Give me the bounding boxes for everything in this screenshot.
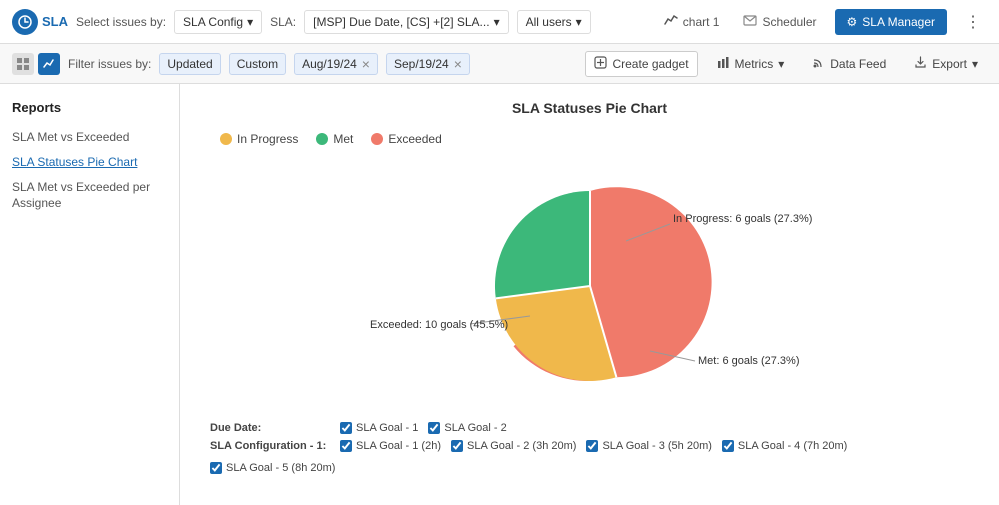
- met-dot: [316, 133, 328, 145]
- footer-row-sla-config: SLA Configuration - 1: SLA Goal - 1 (2h)…: [210, 440, 969, 474]
- filter-custom-tag[interactable]: Custom: [229, 53, 286, 75]
- main-content: SLA Statuses Pie Chart In Progress Met E…: [180, 84, 999, 505]
- met-label: Met: 6 goals (27.3%): [698, 355, 800, 367]
- navbar: SLA Select issues by: SLA Config ▾ SLA: …: [0, 0, 999, 44]
- sidebar: Reports SLA Met vs Exceeded SLA Statuses…: [0, 84, 180, 505]
- sla-config-label: SLA Configuration - 1:: [210, 440, 330, 452]
- met-slice: [494, 191, 589, 298]
- grid-view-icon[interactable]: [12, 53, 34, 75]
- nav-right: chart 1 Scheduler ⚙ SLA Manager ⋮: [658, 8, 987, 36]
- chevron-down-icon: ▾: [247, 15, 253, 29]
- metrics-icon: [717, 56, 730, 72]
- chevron-down-icon: ▾: [972, 57, 978, 71]
- sidebar-title: Reports: [12, 100, 167, 115]
- mail-icon: [743, 13, 757, 30]
- all-users-dropdown[interactable]: All users ▾: [517, 10, 591, 34]
- legend-met: Met: [316, 132, 353, 146]
- check-config-goal-3[interactable]: SLA Goal - 3 (5h 20m): [586, 440, 711, 452]
- sla-manager-button[interactable]: ⚙ SLA Manager: [835, 9, 947, 35]
- sidebar-item-pie-chart[interactable]: SLA Statuses Pie Chart: [12, 150, 167, 175]
- app-logo: SLA: [12, 9, 68, 35]
- exceeded-label: Exceeded: 10 goals (45.5%): [370, 319, 508, 331]
- filter-issues-label: Filter issues by:: [68, 57, 151, 71]
- filter-actions: Create gadget Metrics ▾ Data Feed Export…: [585, 51, 987, 77]
- check-config-goal-5[interactable]: SLA Goal - 5 (8h 20m): [210, 462, 335, 474]
- sla-config-dropdown[interactable]: SLA Config ▾: [174, 10, 262, 34]
- legend-exceeded: Exceeded: [371, 132, 441, 146]
- check-config-goal-2[interactable]: SLA Goal - 2 (3h 20m): [451, 440, 576, 452]
- chevron-down-icon: ▾: [576, 15, 582, 29]
- chevron-down-icon: ▾: [494, 15, 500, 29]
- check-sla-goal-2[interactable]: SLA Goal - 2: [428, 422, 506, 434]
- sidebar-item-met-exceeded[interactable]: SLA Met vs Exceeded: [12, 125, 167, 150]
- pie-chart-svg: In Progress: 6 goals (27.3%) Met: 6 goal…: [330, 176, 850, 396]
- logo-icon: [12, 9, 38, 35]
- footer-checks: Due Date: SLA Goal - 1 SLA Goal - 2 SLA …: [200, 422, 979, 474]
- logo-text: SLA: [42, 14, 68, 29]
- check-sla-goal-1[interactable]: SLA Goal - 1: [340, 422, 418, 434]
- chart-icon: [664, 13, 678, 30]
- chevron-down-icon: ▾: [778, 57, 784, 71]
- scheduler-link[interactable]: Scheduler: [737, 9, 822, 34]
- remove-date-from-button[interactable]: ×: [362, 57, 370, 71]
- gadget-icon: [594, 56, 607, 72]
- chart-view-icon[interactable]: [38, 53, 60, 75]
- check-config-goal-4[interactable]: SLA Goal - 4 (7h 20m): [722, 440, 847, 452]
- select-issues-label: Select issues by:: [76, 15, 166, 29]
- create-gadget-button[interactable]: Create gadget: [585, 51, 697, 77]
- chart-title: SLA Statuses Pie Chart: [200, 100, 979, 116]
- exceeded-dot: [371, 133, 383, 145]
- remove-date-to-button[interactable]: ×: [454, 57, 462, 71]
- pie-chart-area: In Progress: 6 goals (27.3%) Met: 6 goal…: [200, 166, 979, 406]
- main-layout: Reports SLA Met vs Exceeded SLA Statuses…: [0, 84, 999, 505]
- footer-row-due-date: Due Date: SLA Goal - 1 SLA Goal - 2: [210, 422, 969, 434]
- chart-link[interactable]: chart 1: [658, 9, 726, 34]
- export-button[interactable]: Export ▾: [905, 51, 987, 77]
- sla-label: SLA:: [270, 15, 296, 29]
- in-progress-dot: [220, 133, 232, 145]
- feed-icon: [812, 56, 825, 72]
- gear-icon: ⚙: [847, 15, 858, 29]
- filter-date-to-tag[interactable]: Sep/19/24 ×: [386, 53, 470, 75]
- export-icon: [914, 56, 927, 72]
- more-options-button[interactable]: ⋮: [959, 8, 987, 36]
- in-progress-label: In Progress: 6 goals (27.3%): [673, 213, 812, 225]
- filter-date-from-tag[interactable]: Aug/19/24 ×: [294, 53, 378, 75]
- filterbar: Filter issues by: Updated Custom Aug/19/…: [0, 44, 999, 84]
- due-date-label: Due Date:: [210, 422, 330, 434]
- data-feed-button[interactable]: Data Feed: [803, 51, 895, 77]
- legend-in-progress: In Progress: [220, 132, 298, 146]
- metrics-button[interactable]: Metrics ▾: [708, 51, 794, 77]
- sidebar-item-per-assignee[interactable]: SLA Met vs Exceeded per Assignee: [12, 175, 167, 217]
- chart-legend: In Progress Met Exceeded: [220, 132, 979, 146]
- filter-updated-tag[interactable]: Updated: [159, 53, 220, 75]
- check-config-goal-1[interactable]: SLA Goal - 1 (2h): [340, 440, 441, 452]
- view-icons: [12, 53, 60, 75]
- sla-value-dropdown[interactable]: [MSP] Due Date, [CS] +[2] SLA... ▾: [304, 10, 508, 34]
